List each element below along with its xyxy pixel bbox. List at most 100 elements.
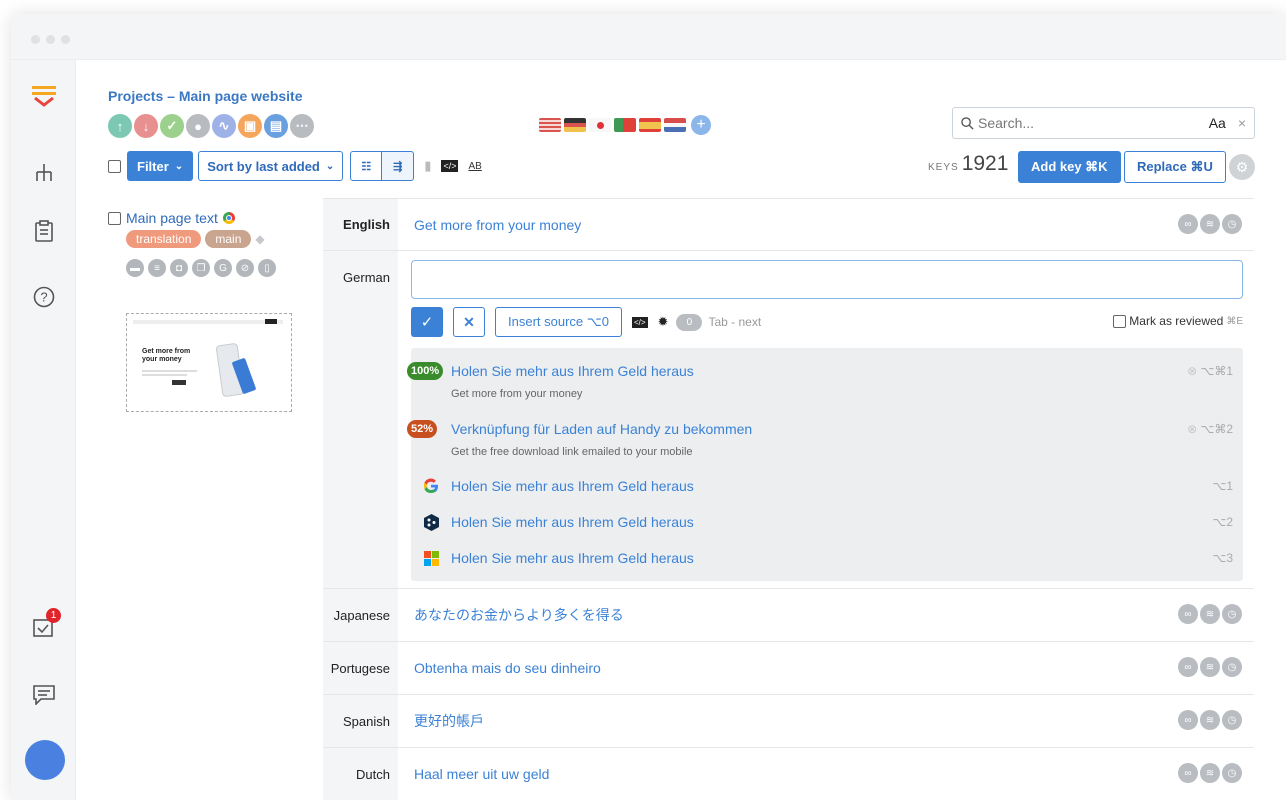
suggestion-text: Holen Sie mehr aus Ihrem Geld heraus xyxy=(451,363,694,379)
camera-icon[interactable]: ▣ xyxy=(238,114,262,138)
more-icon[interactable]: ⋯ xyxy=(290,114,314,138)
key-checkbox[interactable] xyxy=(108,211,121,225)
history-icon[interactable]: ◷ xyxy=(1222,710,1242,730)
glasses-icon[interactable]: ∞ xyxy=(1178,710,1198,730)
chevron-down-icon: ⌄ xyxy=(174,160,184,172)
clear-search-icon[interactable]: × xyxy=(1238,115,1246,131)
hierarchy-icon[interactable] xyxy=(31,160,57,186)
layers-icon[interactable]: ≋ xyxy=(1200,214,1220,234)
project-title[interactable]: Projects – Main page website xyxy=(108,88,303,104)
mark-reviewed-checkbox[interactable] xyxy=(1113,314,1127,328)
glasses-icon[interactable]: ∞ xyxy=(1178,763,1198,783)
confirm-button[interactable]: ✓ xyxy=(411,307,443,337)
arrow-up-icon[interactable]: ↑ xyxy=(108,114,132,138)
filter-button[interactable]: Filter ⌄ xyxy=(127,151,194,181)
window-maximize-dot[interactable] xyxy=(61,35,70,44)
glasses-icon[interactable]: ∞ xyxy=(1178,657,1198,677)
screenshot-icon[interactable]: ◘ xyxy=(170,259,188,277)
avatar[interactable] xyxy=(25,740,65,780)
translation-input[interactable] xyxy=(411,260,1243,299)
status-filter-icons: ↑ ↓ ✓ ● ∿ ▣ ▤ ⋯ xyxy=(108,114,314,138)
comment-icon[interactable]: ▬ xyxy=(126,259,144,277)
flag-de-icon[interactable] xyxy=(564,118,586,132)
add-language-icon[interactable]: + xyxy=(691,115,711,135)
translation-value[interactable]: Obtenha mais do seu dinheiro ∞ ≋ ◷ xyxy=(398,642,1254,694)
delete-icon[interactable]: ▯ xyxy=(258,259,276,277)
mt-suggestion[interactable]: Holen Sie mehr aus Ihrem Geld heraus ⌥1 xyxy=(411,464,1243,500)
mt-suggestion[interactable]: Holen Sie mehr aus Ihrem Geld heraus ⌥3 xyxy=(411,536,1243,572)
translation-value[interactable]: Get more from your money ∞ ≋ ◷ xyxy=(398,199,1254,250)
dismiss-icon[interactable]: ⊗ xyxy=(1187,364,1197,378)
tag-main[interactable]: main xyxy=(205,230,252,248)
history-icon[interactable]: ◷ xyxy=(1222,657,1242,677)
copy-icon[interactable]: ❐ xyxy=(192,259,210,277)
layers-icon[interactable]: ≋ xyxy=(1200,710,1220,730)
clipboard-icon[interactable] xyxy=(31,218,57,244)
spellcheck-icon[interactable]: AB xyxy=(468,161,481,172)
flag-jp-icon[interactable] xyxy=(589,118,611,132)
layers-icon[interactable]: ≋ xyxy=(1200,763,1220,783)
hide-icon[interactable]: ⊘ xyxy=(236,259,254,277)
search-input[interactable]: Search... xyxy=(978,115,1209,131)
tm-suggestion[interactable]: 52% Verknüpfung für Laden auf Handy zu b… xyxy=(407,406,1243,464)
mt-suggestion[interactable]: Holen Sie mehr aus Ihrem Geld heraus ⌥2 xyxy=(411,500,1243,536)
flag-nl-icon[interactable] xyxy=(664,118,686,132)
translation-value[interactable]: あなたのお金からより多くを得る ∞ ≋ ◷ xyxy=(398,589,1254,641)
bookmark-icon[interactable]: ▮ xyxy=(424,158,431,174)
mark-reviewed[interactable]: Mark as reviewed ⌘E xyxy=(1113,314,1243,328)
suggestions-panel: 100% Holen Sie mehr aus Ihrem Geld herau… xyxy=(407,348,1243,581)
history-icon[interactable]: ◷ xyxy=(1222,604,1242,624)
tag-translation[interactable]: translation xyxy=(126,230,202,248)
row-icons: ∞ ≋ ◷ xyxy=(1178,604,1242,624)
search-box[interactable]: Search... Aa × xyxy=(952,107,1255,139)
tm-suggestion[interactable]: 100% Holen Sie mehr aus Ihrem Geld herau… xyxy=(407,348,1243,406)
description-icon[interactable]: ≡ xyxy=(148,259,166,277)
arrow-down-icon[interactable]: ↓ xyxy=(134,114,158,138)
translation-value[interactable]: 更好的帳戶 ∞ ≋ ◷ xyxy=(398,695,1254,747)
translation-value[interactable]: Haal meer uit uw geld ∞ ≋ ◷ xyxy=(398,748,1254,800)
user-icon[interactable]: ● xyxy=(186,114,210,138)
book-icon[interactable]: ▤ xyxy=(264,114,288,138)
search-icon xyxy=(961,116,974,130)
match-case-toggle[interactable]: Aa xyxy=(1209,115,1226,131)
cancel-button[interactable]: ✕ xyxy=(453,307,485,337)
sort-dropdown[interactable]: Sort by last added ⌄ xyxy=(198,151,344,181)
select-all-checkbox[interactable] xyxy=(108,159,121,173)
flag-pt-icon[interactable] xyxy=(614,118,636,132)
help-icon[interactable]: ? xyxy=(31,284,57,310)
glasses-icon[interactable]: ∞ xyxy=(1178,214,1198,234)
tag-icon[interactable]: ◆ xyxy=(255,232,264,246)
code-icon[interactable]: </> xyxy=(631,316,648,328)
key-name[interactable]: Main page text xyxy=(126,210,218,226)
glasses-icon[interactable]: ∞ xyxy=(1178,604,1198,624)
history-icon[interactable]: ◷ xyxy=(1222,763,1242,783)
insert-source-button[interactable]: Insert source ⌥0 xyxy=(495,307,622,337)
list-view-icon[interactable]: ☷ xyxy=(350,151,383,181)
gear-icon[interactable]: ⚙ xyxy=(1229,154,1255,180)
app-logo-icon[interactable] xyxy=(31,83,57,109)
notification-badge: 1 xyxy=(46,608,61,623)
add-key-button[interactable]: Add key ⌘K xyxy=(1018,151,1121,183)
suggestion-source: Get the free download link emailed to yo… xyxy=(451,446,693,458)
dismiss-icon[interactable]: ⊗ xyxy=(1187,422,1197,436)
layers-icon[interactable]: ≋ xyxy=(1200,657,1220,677)
code-icon[interactable]: </> xyxy=(441,160,459,172)
sort-label: Sort by last added xyxy=(207,158,320,174)
layers-icon[interactable]: ≋ xyxy=(1200,604,1220,624)
tree-view-icon[interactable]: ⇶ xyxy=(382,151,415,181)
chart-icon[interactable]: ∿ xyxy=(212,114,236,138)
window-minimize-dot[interactable] xyxy=(46,35,55,44)
sun-icon[interactable]: ✹ xyxy=(658,314,669,330)
comments-icon[interactable] xyxy=(31,682,57,708)
flag-es-icon[interactable] xyxy=(639,118,661,132)
google-translate-icon[interactable]: G xyxy=(214,259,232,277)
language-label: German xyxy=(323,251,398,588)
check-icon[interactable]: ✓ xyxy=(160,114,184,138)
history-icon[interactable]: ◷ xyxy=(1222,214,1242,234)
replace-button[interactable]: Replace ⌘U xyxy=(1124,151,1226,183)
flag-us-icon[interactable] xyxy=(539,118,561,132)
key-screenshot[interactable]: Get more from your money xyxy=(126,313,292,412)
screenshot-cta xyxy=(172,380,186,385)
tasks-icon[interactable]: 1 xyxy=(31,608,61,640)
window-close-dot[interactable] xyxy=(31,35,40,44)
